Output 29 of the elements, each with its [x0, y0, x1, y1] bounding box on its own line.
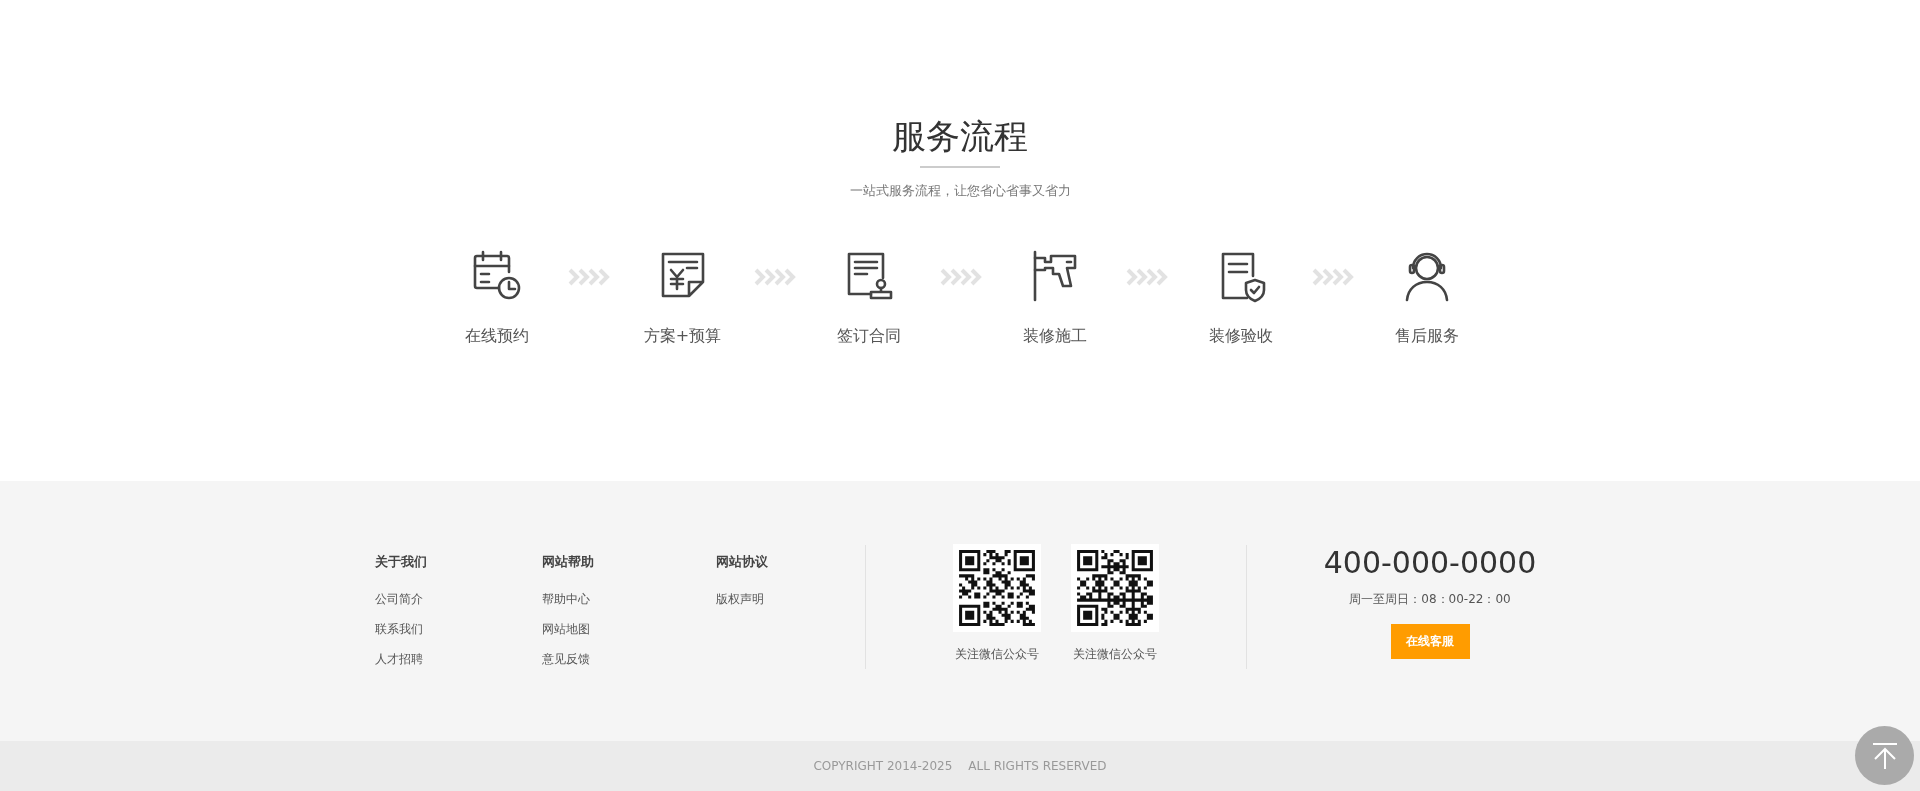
footer-column-heading: 关于我们	[375, 553, 428, 571]
footer-link[interactable]: 版权声明	[716, 584, 768, 614]
footer-link[interactable]: 人才招聘	[375, 644, 542, 674]
qr-caption: 关注微信公众号	[1073, 646, 1157, 663]
footer-link[interactable]: 意见反馈	[542, 644, 716, 674]
chevrons-icon	[1125, 267, 1170, 287]
step-label: 装修施工	[1022, 326, 1087, 347]
chevrons-icon	[567, 267, 612, 287]
footer-link[interactable]: 联系我们	[375, 614, 542, 644]
chevrons-icon	[753, 267, 798, 287]
footer-column-heading: 网站帮助	[542, 553, 595, 571]
section-subtitle: 一站式服务流程，让您省心省事又省力	[849, 182, 1071, 200]
step-label: 签订合同	[836, 326, 901, 347]
footer-link[interactable]: 网站地图	[542, 614, 716, 644]
chevrons-icon	[1311, 267, 1356, 287]
step-label: 装修验收	[1208, 326, 1273, 347]
chevrons-icon	[939, 267, 984, 287]
copyright-text: COPYRIGHT 2014-2025	[813, 759, 953, 773]
footer-column-heading: 网站协议	[716, 553, 768, 571]
copyright-text: ALL RIGHTS RESERVED	[968, 759, 1107, 773]
step-label: 在线预约	[464, 326, 529, 347]
footer-link[interactable]: 帮助中心	[542, 584, 716, 614]
section-title: 服务流程	[892, 115, 1028, 158]
step-label: 方案+预算	[643, 326, 722, 347]
step-label: 售后服务	[1394, 326, 1459, 347]
phone-number: 400-000-0000	[1323, 544, 1537, 582]
service-hours: 周一至周日：08：00-22：00	[1349, 591, 1511, 608]
footer-link[interactable]: 公司简介	[375, 584, 542, 614]
qr-caption: 关注微信公众号	[955, 646, 1039, 663]
